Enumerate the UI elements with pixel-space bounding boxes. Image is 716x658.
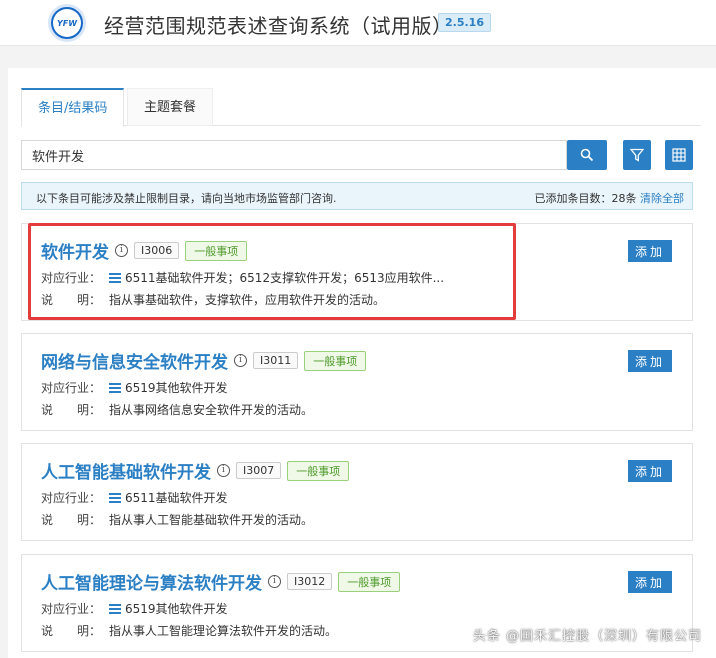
tab-bar: 条目/结果码 主题套餐 [21, 88, 701, 127]
industry-row: 对应行业： 6511基础软件开发；6512支撑软件开发；6513应用软件... [41, 269, 444, 286]
description-label: 说 明： [41, 513, 102, 527]
description-value: 指从事网络信息安全软件开发的活动。 [109, 403, 314, 417]
tab-theme-packages[interactable]: 主题套餐 [127, 88, 214, 126]
description-label: 说 明： [41, 293, 102, 307]
result-title-row: 网络与信息安全软件开发 i I3011 一般事项 [41, 348, 367, 373]
search-icon [580, 148, 594, 162]
info-icon[interactable]: i [268, 575, 281, 588]
added-count: 已添加条目数：28条 清除全部 [535, 190, 685, 206]
add-button[interactable]: 添加 [628, 350, 672, 372]
description-label: 说 明： [41, 403, 102, 417]
description-row: 说 明： 指从事人工智能基础软件开发的活动。 [41, 511, 313, 528]
industry-label: 对应行业： [41, 381, 102, 395]
result-code-tag: I3006 [134, 242, 180, 259]
description-value: 指从事基础软件，支撑软件，应用软件开发的活动。 [109, 293, 386, 307]
add-button[interactable]: 添加 [628, 460, 672, 482]
notice-bar: 以下条目可能涉及禁止限制目录，请向当地市场监管部门咨询. 已添加条目数：28条 … [21, 182, 693, 210]
list-icon [109, 272, 121, 283]
result-title-row: 人工智能理论与算法软件开发 i I3012 一般事项 [41, 569, 401, 594]
result-card: 网络与信息安全软件开发 i I3011 一般事项 对应行业： 6519其他软件开… [21, 333, 693, 431]
add-button[interactable]: 添加 [628, 571, 672, 593]
info-icon[interactable]: i [234, 354, 247, 367]
grid-icon [672, 148, 686, 162]
industry-value: 6519其他软件开发 [125, 602, 228, 616]
result-title[interactable]: 软件开发 [41, 238, 109, 263]
list-icon [109, 382, 121, 393]
result-code-tag: I3012 [287, 573, 333, 590]
search-button[interactable] [567, 140, 607, 170]
list-icon [109, 492, 121, 503]
description-label: 说 明： [41, 624, 102, 638]
info-icon[interactable]: i [217, 464, 230, 477]
result-card: 人工智能基础软件开发 i I3007 一般事项 对应行业： 6511基础软件开发… [21, 443, 693, 541]
result-title-row: 人工智能基础软件开发 i I3007 一般事项 [41, 458, 350, 483]
app-logo: YFW [48, 4, 86, 42]
result-title[interactable]: 人工智能基础软件开发 [41, 458, 211, 483]
add-button[interactable]: 添加 [628, 240, 672, 262]
notice-text: 以下条目可能涉及禁止限制目录，请向当地市场监管部门咨询. [36, 192, 337, 205]
filter-button[interactable] [623, 140, 651, 170]
description-row: 说 明： 指从事基础软件，支撑软件，应用软件开发的活动。 [41, 291, 385, 308]
filter-icon [630, 148, 644, 162]
result-card: 软件开发 i I3006 一般事项 对应行业： 6511基础软件开发；6512支… [21, 223, 693, 321]
clear-all-link[interactable]: 清除全部 [640, 192, 684, 205]
list-icon [109, 603, 121, 614]
result-type-tag: 一般事项 [185, 240, 248, 261]
tab-items-result-codes[interactable]: 条目/结果码 [21, 88, 125, 127]
industry-value: 6519其他软件开发 [125, 381, 228, 395]
grid-view-button[interactable] [665, 140, 693, 170]
result-title-row: 软件开发 i I3006 一般事项 [41, 238, 248, 263]
added-count-text: 已添加条目数：28条 [534, 192, 637, 205]
version-badge: 2.5.16 [438, 13, 491, 32]
app-title: 经营范围规范表述查询系统（试用版） [104, 14, 453, 38]
main-panel: 条目/结果码 主题套餐 以下条目可能涉及禁止限制目录，请向 [8, 68, 716, 658]
info-icon[interactable]: i [115, 244, 128, 257]
logo-text: YFW [53, 9, 81, 37]
app-header: YFW 经营范围规范表述查询系统（试用版） 2.5.16 [0, 0, 716, 46]
result-title[interactable]: 人工智能理论与算法软件开发 [41, 569, 262, 594]
industry-row: 对应行业： 6519其他软件开发 [41, 600, 228, 617]
industry-value: 6511基础软件开发 [125, 491, 228, 505]
description-value: 指从事人工智能理论算法软件开发的活动。 [109, 624, 338, 638]
description-value: 指从事人工智能基础软件开发的活动。 [109, 513, 314, 527]
industry-label: 对应行业： [41, 491, 102, 505]
search-input[interactable] [21, 140, 567, 170]
result-code-tag: I3007 [236, 462, 282, 479]
result-type-tag: 一般事项 [304, 350, 367, 371]
description-row: 说 明： 指从事网络信息安全软件开发的活动。 [41, 401, 313, 418]
watermark: 头条 @国禾汇控股（深圳）有限公司 [472, 629, 702, 644]
result-type-tag: 一般事项 [287, 460, 350, 481]
result-type-tag: 一般事项 [338, 571, 401, 592]
result-code-tag: I3011 [253, 352, 299, 369]
description-row: 说 明： 指从事人工智能理论算法软件开发的活动。 [41, 622, 337, 639]
industry-value: 6511基础软件开发；6512支撑软件开发；6513应用软件... [125, 271, 445, 285]
industry-label: 对应行业： [41, 271, 102, 285]
industry-row: 对应行业： 6519其他软件开发 [41, 379, 228, 396]
industry-row: 对应行业： 6511基础软件开发 [41, 489, 228, 506]
industry-label: 对应行业： [41, 602, 102, 616]
result-title[interactable]: 网络与信息安全软件开发 [41, 348, 228, 373]
